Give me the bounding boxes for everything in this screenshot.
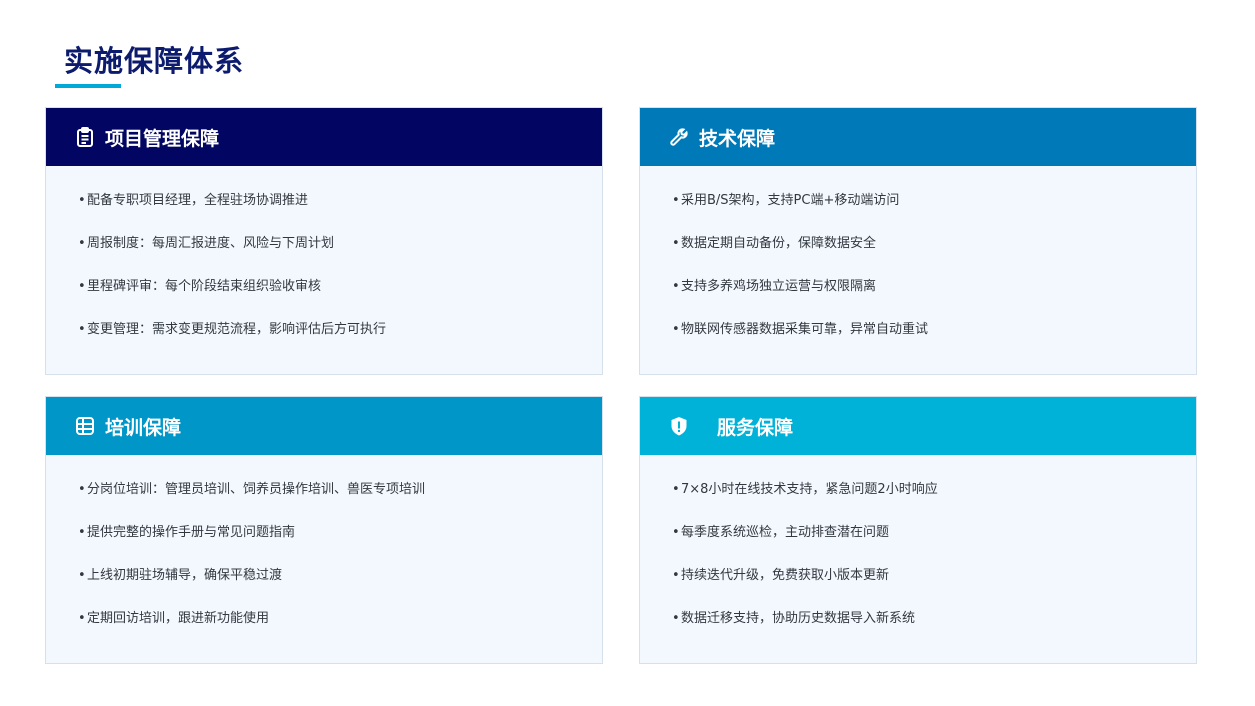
card-title: 技术保障 [699, 127, 776, 150]
list-item: • 持续迭代升级，免费获取小版本更新 [672, 568, 890, 583]
list-item: • 采用B/S架构，支持PC端+移动端访问 [672, 193, 900, 208]
training-icon [74, 415, 96, 437]
card-header: 技术保障 [640, 108, 1196, 166]
card-header: 服务保障 [640, 397, 1196, 455]
card-technical: 技术保障 • 采用B/S架构，支持PC端+移动端访问 • 数据定期自动备份，保障数据… [639, 107, 1197, 375]
title-underline [55, 84, 121, 88]
card-list: • 7×8小时在线技术支持，紧急问题2小时响应 • 每季度系统巡检，主动排查潜在问题… [640, 455, 1196, 649]
list-item: • 提供完整的操作手册与常见问题指南 [78, 525, 296, 540]
page-title: 实施保障体系 [64, 44, 245, 78]
clipboard-icon [74, 126, 96, 148]
list-item: • 变更管理：需求变更规范流程，影响评估后方可执行 [78, 322, 387, 337]
wrench-icon [668, 126, 690, 148]
card-list: • 分岗位培训：管理员培训、饲养员操作培训、兽医专项培训 • 提供完整的操作手册与常… [46, 455, 602, 649]
card-project-management: 项目管理保障 • 配备专职项目经理，全程驻场协调推进 • 周报制度：每周汇报进度、风… [45, 107, 603, 375]
list-item: • 数据迁移支持，协助历史数据导入新系统 [672, 611, 916, 626]
card-training: 培训保障 • 分岗位培训：管理员培训、饲养员操作培训、兽医专项培训 • 提供完整的操… [45, 396, 603, 664]
card-header: 培训保障 [46, 397, 602, 455]
card-title: 培训保障 [105, 416, 182, 439]
card-header: 项目管理保障 [46, 108, 602, 166]
list-item: • 7×8小时在线技术支持，紧急问题2小时响应 [672, 482, 938, 497]
list-item: • 数据定期自动备份，保障数据安全 [672, 236, 877, 251]
card-service: 服务保障 • 7×8小时在线技术支持，紧急问题2小时响应 • 每季度系统巡检，主动排… [639, 396, 1197, 664]
card-title: 服务保障 [717, 416, 794, 439]
list-item: • 每季度系统巡检，主动排查潜在问题 [672, 525, 890, 540]
list-item: • 定期回访培训，跟进新功能使用 [78, 611, 270, 626]
shield-icon [668, 415, 690, 437]
list-item: • 物联网传感器数据采集可靠，异常自动重试 [672, 322, 929, 337]
list-item: • 里程碑评审：每个阶段结束组织验收审核 [78, 279, 322, 294]
list-item: • 分岗位培训：管理员培训、饲养员操作培训、兽医专项培训 [78, 482, 426, 497]
card-list: • 采用B/S架构，支持PC端+移动端访问 • 数据定期自动备份，保障数据安全 • 支… [640, 166, 1196, 360]
card-title: 项目管理保障 [105, 127, 220, 150]
list-item: • 周报制度：每周汇报进度、风险与下周计划 [78, 236, 335, 251]
list-item: • 配备专职项目经理，全程驻场协调推进 [78, 193, 309, 208]
card-list: • 配备专职项目经理，全程驻场协调推进 • 周报制度：每周汇报进度、风险与下周计划 … [46, 166, 602, 360]
list-item: • 上线初期驻场辅导，确保平稳过渡 [78, 568, 283, 583]
list-item: • 支持多养鸡场独立运营与权限隔离 [672, 279, 877, 294]
